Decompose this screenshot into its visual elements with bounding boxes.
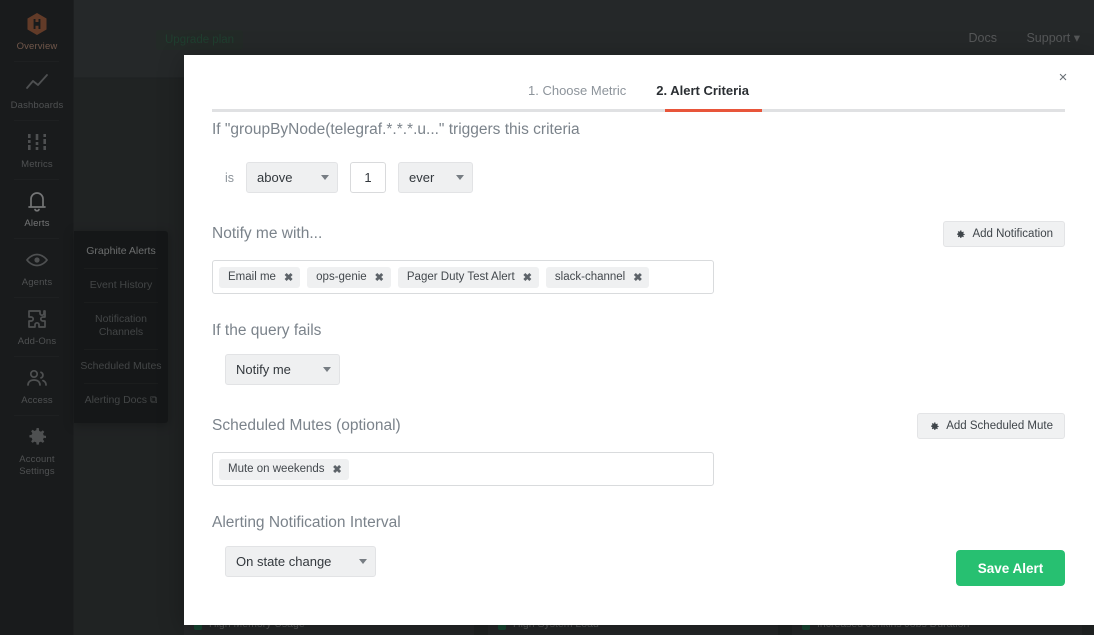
interval-select-wrap: On state change (225, 546, 376, 577)
scheduled-mutes-chip-input[interactable]: Mute on weekends ✖ (212, 452, 714, 486)
gear-icon (957, 229, 966, 238)
notify-heading: Notify me with... (212, 225, 323, 242)
remove-chip-icon[interactable]: ✖ (333, 463, 342, 476)
add-scheduled-mute-label: Add Scheduled Mute (946, 420, 1053, 432)
remove-chip-icon[interactable]: ✖ (375, 271, 384, 284)
add-scheduled-mute-button[interactable]: Add Scheduled Mute (917, 413, 1065, 439)
tab-choose-metric[interactable]: 1. Choose Metric (526, 83, 628, 111)
tab-active-indicator (665, 109, 762, 112)
remove-chip-icon[interactable]: ✖ (633, 271, 642, 284)
notification-chip-input[interactable]: Email me ✖ ops-genie ✖ Pager Duty Test A… (212, 260, 714, 294)
interval-footer-row: On state change Save Alert (212, 546, 1065, 586)
chip-label: Mute on weekends (228, 463, 325, 475)
remove-chip-icon[interactable]: ✖ (523, 271, 532, 284)
save-alert-button[interactable]: Save Alert (956, 550, 1065, 586)
chip-label: ops-genie (316, 271, 367, 283)
query-fails-control: Notify me (225, 354, 1065, 385)
notify-section: Notify me with... Add Notification Email… (212, 221, 1065, 294)
interval-heading: Alerting Notification Interval (212, 514, 401, 531)
modal-tabs: 1. Choose Metric 2. Alert Criteria (212, 83, 1065, 111)
is-label: is (225, 170, 235, 185)
interval-select[interactable]: On state change (225, 546, 376, 577)
notify-section-header: Notify me with... Add Notification (212, 221, 1065, 247)
notification-chip[interactable]: slack-channel ✖ (545, 266, 650, 288)
tab-alert-criteria[interactable]: 2. Alert Criteria (654, 83, 751, 111)
comparator-select-wrap: above (246, 162, 339, 193)
add-notification-button[interactable]: Add Notification (943, 221, 1065, 247)
threshold-input[interactable] (350, 162, 387, 193)
scheduled-mute-chip[interactable]: Mute on weekends ✖ (219, 458, 349, 480)
modal-content: If "groupByNode(telegraf.*.*.*.u..." tri… (212, 121, 1065, 625)
chip-label: Pager Duty Test Alert (406, 271, 515, 283)
criteria-row: is above ever (212, 162, 1065, 193)
scheduled-mutes-section: Scheduled Mutes (optional) Add Scheduled… (212, 413, 1065, 486)
add-notification-label: Add Notification (972, 228, 1053, 240)
chip-label: slack-channel (554, 271, 626, 283)
comparator-select[interactable]: above (246, 162, 339, 193)
interval-section: Alerting Notification Interval On state … (212, 514, 1065, 586)
occurrence-select-wrap: ever (398, 162, 474, 193)
occurrence-select[interactable]: ever (398, 162, 474, 193)
scheduled-mutes-heading: Scheduled Mutes (optional) (212, 417, 401, 434)
notification-chip[interactable]: Email me ✖ (219, 266, 301, 288)
chip-label: Email me (228, 271, 276, 283)
query-fails-section: If the query fails Notify me (212, 322, 1065, 385)
notification-chip[interactable]: Pager Duty Test Alert ✖ (397, 266, 539, 288)
gear-icon (931, 421, 939, 430)
tab-underline (212, 109, 1065, 112)
scheduled-mutes-header: Scheduled Mutes (optional) Add Scheduled… (212, 413, 1065, 439)
query-fails-select-wrap: Notify me (225, 354, 340, 385)
query-fails-select[interactable]: Notify me (225, 354, 340, 385)
remove-chip-icon[interactable]: ✖ (284, 271, 293, 284)
alert-criteria-modal: × 1. Choose Metric 2. Alert Criteria If … (184, 55, 1094, 625)
criteria-heading: If "groupByNode(telegraf.*.*.*.u..." tri… (212, 121, 580, 138)
query-fails-heading: If the query fails (212, 322, 322, 339)
notification-chip[interactable]: ops-genie ✖ (307, 266, 391, 288)
